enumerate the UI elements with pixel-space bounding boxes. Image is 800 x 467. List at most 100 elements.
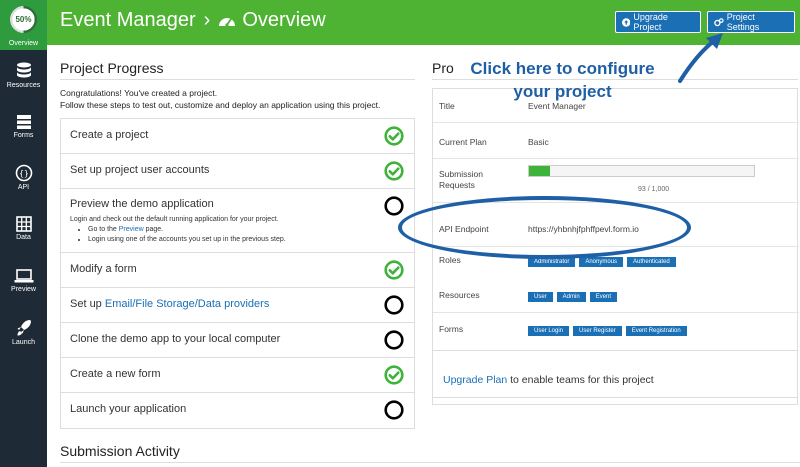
- dashboard-gauge-icon: [219, 18, 236, 27]
- page-title: Overview: [242, 9, 326, 31]
- step-description: Login and check out the default running …: [70, 215, 286, 245]
- check-circle-icon: [384, 161, 404, 181]
- role-tag[interactable]: Authenticated: [627, 257, 676, 267]
- bullet-text: page.: [143, 226, 164, 233]
- step-label-text: Set up: [70, 298, 105, 310]
- step-user-accounts[interactable]: Set up project user accounts: [61, 154, 414, 189]
- step-label: Set up Email/File Storage/Data providers: [70, 298, 269, 310]
- step-clone-demo[interactable]: Clone the demo app to your local compute…: [61, 323, 414, 358]
- annotation-arrow-icon: [678, 33, 723, 83]
- submission-count: 93 / 1,000: [638, 186, 670, 193]
- sidebar-item-label: API: [17, 184, 30, 191]
- sidebar-item-launch[interactable]: Launch: [0, 319, 47, 346]
- info-key: Submission Requests: [439, 169, 483, 190]
- sidebar-item-label: Forms: [13, 132, 34, 139]
- database-icon: [16, 62, 31, 78]
- info-key: Current Plan: [439, 137, 487, 147]
- step-preview-demo[interactable]: Preview the demo application Login and c…: [61, 189, 414, 253]
- resource-tag[interactable]: User: [528, 292, 553, 302]
- info-value: Basic: [528, 137, 549, 147]
- step-label: Launch your application: [70, 403, 187, 415]
- sidebar-item-preview[interactable]: Preview: [0, 268, 47, 293]
- step-label: Modify a form: [70, 263, 137, 275]
- form-tag[interactable]: User Login: [528, 326, 570, 336]
- resource-tag[interactable]: Admin: [556, 292, 586, 302]
- empty-circle-icon: [384, 400, 404, 420]
- sidebar-item-label: Preview: [11, 286, 36, 293]
- step-label: Set up project user accounts: [70, 164, 210, 176]
- sidebar-item-forms[interactable]: Forms: [0, 114, 47, 139]
- submission-progress-fill: [529, 166, 550, 176]
- info-row-submissions: Submission Requests 93 / 1,000: [433, 158, 799, 202]
- resources-tags: User Admin Event: [528, 290, 621, 302]
- role-tag[interactable]: Anonymous: [579, 257, 624, 267]
- providers-link[interactable]: Email/File Storage/Data providers: [105, 298, 269, 310]
- empty-circle-icon: [384, 295, 404, 315]
- submission-progress-bar: [528, 165, 755, 177]
- info-row-forms: Forms User Login User Register Event Regis…: [433, 312, 799, 350]
- upgrade-plan-suffix: to enable teams for this project: [507, 374, 654, 386]
- breadcrumb-separator: ›: [203, 9, 211, 31]
- sidebar-item-resources[interactable]: Resources: [0, 62, 47, 89]
- check-circle-icon: [384, 365, 404, 385]
- upgrade-plan-text: Upgrade Plan to enable teams for this pr…: [443, 374, 654, 386]
- laptop-icon: [14, 269, 33, 283]
- info-key: Roles: [439, 255, 461, 265]
- step-create-project[interactable]: Create a project: [61, 119, 414, 154]
- intro-line: Follow these steps to test out, customiz…: [60, 100, 381, 110]
- info-key: Forms: [439, 324, 464, 334]
- step-description-text: Login and check out the default running …: [70, 216, 279, 223]
- sidebar: 50% Overview Resources Forms {} API Data…: [0, 0, 47, 467]
- sidebar-item-label: Data: [16, 234, 31, 241]
- sidebar-item-label: Overview: [8, 40, 39, 47]
- info-row-resources: Resources User Admin Event: [433, 279, 799, 312]
- step-launch[interactable]: Launch your application: [61, 393, 414, 428]
- sidebar-item-data[interactable]: Data: [0, 216, 47, 241]
- sidebar-item-label: Resources: [6, 82, 41, 89]
- app-title[interactable]: Event Manager: [60, 9, 196, 31]
- step-create-form[interactable]: Create a new form: [61, 358, 414, 393]
- steps-list: Create a project Set up project user acc…: [60, 118, 415, 429]
- submission-activity-title: Submission Activity: [60, 443, 180, 459]
- form-tag[interactable]: Event Registration: [625, 326, 687, 336]
- info-key: Resources: [439, 290, 480, 300]
- sidebar-item-api[interactable]: {} API: [0, 164, 47, 191]
- progress-percent: 50%: [15, 15, 32, 24]
- step-modify-form[interactable]: Modify a form: [61, 253, 414, 288]
- project-settings-label: Project Settings: [726, 12, 760, 32]
- gears-icon: [714, 17, 724, 26]
- svg-text:{}: {}: [19, 169, 29, 178]
- form-tag[interactable]: User Register: [573, 326, 622, 336]
- forms-tags: User Login User Register Event Registratio…: [528, 324, 691, 336]
- progress-ring: 50%: [10, 6, 37, 33]
- step-setup-providers[interactable]: Set up Email/File Storage/Data providers: [61, 288, 414, 323]
- api-icon: {}: [15, 164, 32, 182]
- step-label: Create a new form: [70, 368, 161, 380]
- annotation-line: Click here to configure: [470, 59, 655, 78]
- table-icon: [15, 216, 32, 232]
- annotation-callout: Click here to configure your project: [450, 57, 675, 103]
- annotation-ellipse: [398, 196, 691, 259]
- annotation-line: your project: [513, 82, 612, 101]
- upgrade-plan-box: Upgrade Plan to enable teams for this pr…: [432, 350, 798, 405]
- resource-tag[interactable]: Event: [589, 292, 618, 302]
- step-label: Clone the demo app to your local compute…: [70, 333, 281, 345]
- divider: [60, 462, 800, 463]
- bullet-text: Go to the: [88, 226, 119, 233]
- upgrade-plan-link[interactable]: Upgrade Plan: [443, 374, 507, 386]
- progress-intro: Congratulations! You've created a projec…: [60, 87, 380, 111]
- sidebar-item-overview[interactable]: 50% Overview: [0, 0, 47, 50]
- rocket-icon: [17, 320, 31, 336]
- step-label: Preview the demo application: [70, 198, 214, 210]
- arrow-circle-up-icon: [622, 17, 631, 27]
- step-bullet: Go to the Preview page.: [88, 225, 286, 235]
- breadcrumb: Event Manager › Overview: [60, 9, 326, 32]
- forms-icon: [16, 115, 31, 129]
- divider: [60, 79, 415, 80]
- step-label: Create a project: [70, 129, 149, 141]
- preview-link[interactable]: Preview: [119, 226, 144, 233]
- sidebar-item-label: Launch: [12, 339, 35, 346]
- app: 50% Overview Resources Forms {} API Data…: [0, 0, 800, 467]
- info-row-plan: Current Plan Basic: [433, 122, 799, 158]
- check-circle-icon: [384, 260, 404, 280]
